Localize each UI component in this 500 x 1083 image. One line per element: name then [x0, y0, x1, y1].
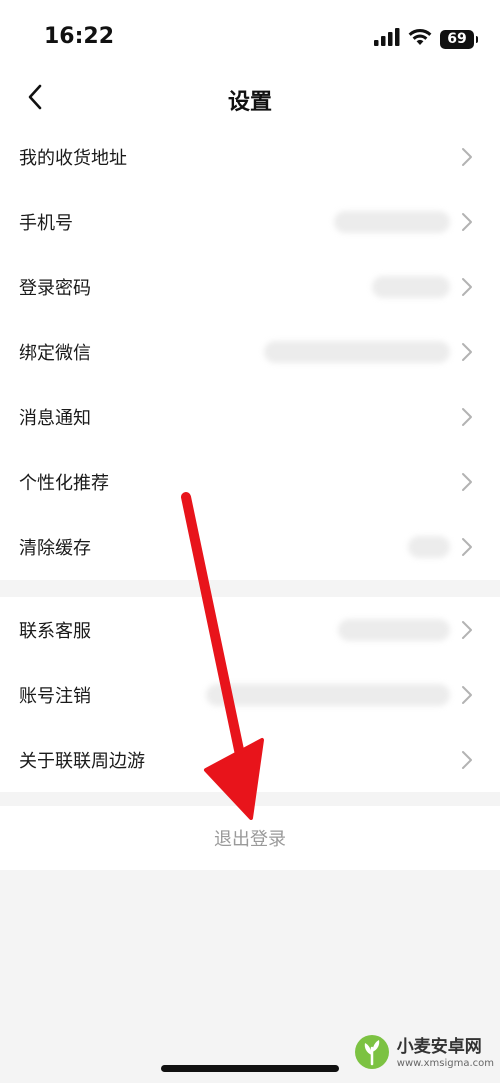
blurred-value — [372, 275, 450, 298]
settings-row-password[interactable]: 登录密码 — [0, 254, 500, 319]
settings-group-support: 联系客服 账号注销 关于联联周边游 — [0, 597, 500, 792]
row-label: 我的收货地址 — [19, 147, 127, 169]
status-time: 16:22 — [44, 24, 115, 49]
chevron-right-icon — [462, 212, 472, 231]
settings-screen: 16:22 69 设置 我的收货地址 手机号 登录密码 绑定微信 消息通知 个性… — [0, 0, 500, 1083]
blurred-value — [408, 535, 450, 558]
row-label: 关于联联周边游 — [19, 750, 145, 772]
chevron-right-icon — [462, 750, 472, 769]
watermark-logo-icon — [353, 1033, 391, 1075]
chevron-right-icon — [462, 537, 472, 556]
nav-bar: 设置 — [0, 78, 500, 124]
watermark-title: 小麦安卓网 — [396, 1037, 482, 1057]
settings-row-about[interactable]: 关于联联周边游 — [0, 727, 500, 792]
row-label: 手机号 — [19, 212, 73, 234]
row-label: 清除缓存 — [19, 537, 91, 559]
blurred-value — [334, 210, 450, 233]
home-indicator — [161, 1065, 339, 1072]
settings-group-account: 我的收货地址 手机号 登录密码 绑定微信 消息通知 个性化推荐 清除缓存 — [0, 124, 500, 580]
chevron-right-icon — [462, 147, 472, 166]
chevron-right-icon — [462, 620, 472, 639]
page-title: 设置 — [227, 90, 272, 115]
signal-icon — [374, 28, 400, 50]
status-bar: 16:22 69 — [0, 0, 500, 78]
row-label: 联系客服 — [19, 620, 91, 642]
settings-row-wechat[interactable]: 绑定微信 — [0, 319, 500, 384]
chevron-right-icon — [462, 407, 472, 426]
settings-row-personalization[interactable]: 个性化推荐 — [0, 449, 500, 514]
logout-button[interactable]: 退出登录 — [0, 806, 500, 870]
settings-row-phone[interactable]: 手机号 — [0, 189, 500, 254]
settings-row-notifications[interactable]: 消息通知 — [0, 384, 500, 449]
row-label: 个性化推荐 — [19, 472, 109, 494]
chevron-right-icon — [462, 685, 472, 704]
wifi-icon — [408, 28, 432, 50]
blurred-value — [338, 618, 450, 641]
chevron-right-icon — [462, 472, 472, 491]
logout-label: 退出登录 — [214, 829, 286, 850]
blurred-value — [206, 683, 450, 706]
settings-row-address[interactable]: 我的收货地址 — [0, 124, 500, 189]
settings-row-customer-service[interactable]: 联系客服 — [0, 597, 500, 662]
row-label: 登录密码 — [19, 277, 91, 299]
watermark: 小麦安卓网 www.xmsigma.com — [353, 1033, 494, 1075]
watermark-text: 小麦安卓网 www.xmsigma.com — [397, 1039, 494, 1069]
row-label: 消息通知 — [19, 407, 91, 429]
status-icons: 69 — [374, 28, 478, 50]
row-label: 绑定微信 — [19, 342, 91, 364]
battery-icon: 69 — [440, 29, 478, 49]
blurred-value — [264, 340, 450, 363]
settings-row-delete-account[interactable]: 账号注销 — [0, 662, 500, 727]
chevron-right-icon — [462, 277, 472, 296]
row-label: 账号注销 — [19, 685, 91, 707]
watermark-url: www.xmsigma.com — [396, 1058, 494, 1069]
settings-row-clear-cache[interactable]: 清除缓存 — [0, 514, 500, 579]
chevron-right-icon — [462, 342, 472, 361]
